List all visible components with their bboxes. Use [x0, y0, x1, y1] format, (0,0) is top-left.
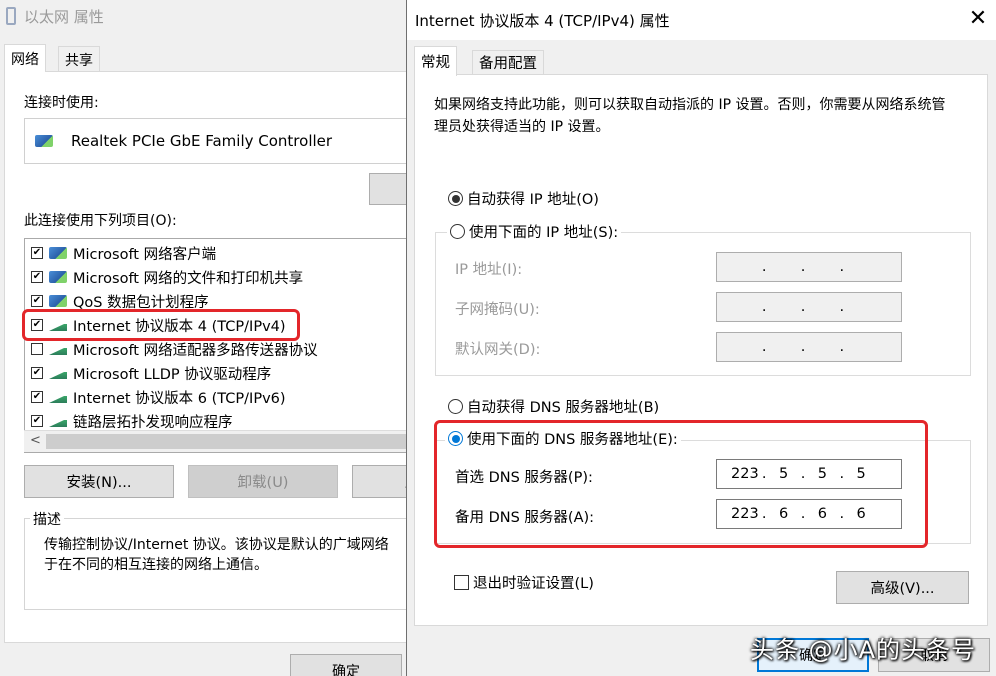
ethernet-properties-title: 以太网 属性	[6, 6, 104, 26]
network-protocol-icon	[49, 370, 67, 379]
ip-settings-description: 如果网络支持此功能，则可以获取自动指派的 IP 设置。否则，你需要从网络系统管理…	[434, 97, 946, 135]
subnet-mask-label: 子网掩码(U):	[455, 302, 540, 318]
checkbox-checked-icon[interactable]: ✔	[31, 295, 43, 307]
auto-dns-option[interactable]: 自动获得 DNS 服务器地址(B)	[448, 396, 659, 417]
list-item[interactable]: ✔ Microsoft 网络客户端	[31, 242, 216, 264]
validate-settings-option[interactable]: 退出时验证设置(L)	[454, 572, 594, 593]
checkbox-checked-icon[interactable]: ✔	[31, 415, 43, 427]
checkbox-checked-icon[interactable]: ✔	[31, 271, 43, 283]
tab-general[interactable]: 常规	[414, 46, 457, 76]
items-label: 此连接使用下列项目(O):	[24, 213, 177, 229]
description-title: 描述	[30, 509, 64, 529]
ip-address-label: IP 地址(I):	[455, 262, 523, 278]
list-item[interactable]: ✔ 链路层拓扑发现响应程序	[31, 410, 233, 432]
default-gateway-field[interactable]: ...	[716, 332, 902, 362]
close-icon[interactable]: ✕	[966, 6, 990, 32]
adapter-name: Realtek PCIe GbE Family Controller	[71, 132, 333, 150]
checkbox-checked-icon[interactable]: ✔	[31, 391, 43, 403]
network-protocol-icon	[49, 346, 67, 355]
highlight-annotation	[434, 420, 928, 548]
description-text: 传输控制协议/Internet 协议。该协议是默认的广域网络 于在不同的相互连接…	[44, 537, 389, 573]
ok-button[interactable]: 确定	[290, 654, 402, 676]
watermark: 头条 @小A的头条号	[750, 636, 977, 664]
network-protocol-icon	[49, 418, 67, 427]
radio-selected-icon[interactable]	[448, 191, 463, 206]
advanced-button[interactable]: 高级(V)...	[836, 571, 969, 604]
scroll-left-arrow-icon[interactable]: <	[30, 433, 41, 448]
network-protocol-icon	[49, 394, 67, 403]
radio-unselected-icon[interactable]	[450, 224, 465, 239]
connect-using-label: 连接时使用:	[24, 95, 99, 111]
tab-alternate-configuration[interactable]: 备用配置	[472, 50, 544, 74]
subnet-mask-field[interactable]: ...	[716, 292, 902, 322]
default-gateway-label: 默认网关(D):	[455, 342, 541, 358]
items-list[interactable]: ✔ Microsoft 网络客户端 ✔ Microsoft 网络的文件和打印机共…	[24, 238, 414, 453]
checkbox-checked-icon[interactable]: ✔	[31, 367, 43, 379]
tab-sharing[interactable]: 共享	[58, 46, 100, 72]
list-item[interactable]: ✔ Microsoft LLDP 协议驱动程序	[31, 362, 271, 384]
manual-ip-option[interactable]: 使用下面的 IP 地址(S):	[447, 221, 622, 242]
checkbox-checked-icon[interactable]: ✔	[31, 247, 43, 259]
radio-unselected-icon[interactable]	[448, 399, 463, 414]
list-item[interactable]: Microsoft 网络适配器多路传送器协议	[31, 338, 318, 360]
checkbox-unchecked-icon[interactable]	[31, 343, 43, 355]
adapter-box: Realtek PCIe GbE Family Controller	[24, 118, 414, 164]
uninstall-button[interactable]: 卸载(U)	[188, 465, 338, 498]
highlight-annotation	[22, 309, 300, 341]
install-button[interactable]: 安装(N)...	[24, 465, 174, 498]
properties-button[interactable]: 属	[352, 465, 420, 498]
scrollbar-thumb[interactable]	[46, 434, 406, 449]
auto-ip-option[interactable]: 自动获得 IP 地址(O)	[448, 188, 599, 209]
tab-network[interactable]: 网络	[4, 44, 46, 72]
network-adapter-icon	[35, 135, 53, 147]
dialog-title: Internet 协议版本 4 (TCP/IPv4) 属性	[415, 12, 670, 30]
network-client-icon	[49, 247, 67, 259]
network-adapter-icon	[6, 7, 16, 25]
network-service-icon	[49, 271, 67, 283]
list-item[interactable]: ✔ Microsoft 网络的文件和打印机共享	[31, 266, 303, 288]
list-item[interactable]: ✔ Internet 协议版本 6 (TCP/IPv6)	[31, 386, 286, 408]
ip-address-field[interactable]: ...	[716, 252, 902, 282]
checkbox-unchecked-icon[interactable]	[454, 575, 469, 590]
network-service-icon	[49, 295, 67, 307]
